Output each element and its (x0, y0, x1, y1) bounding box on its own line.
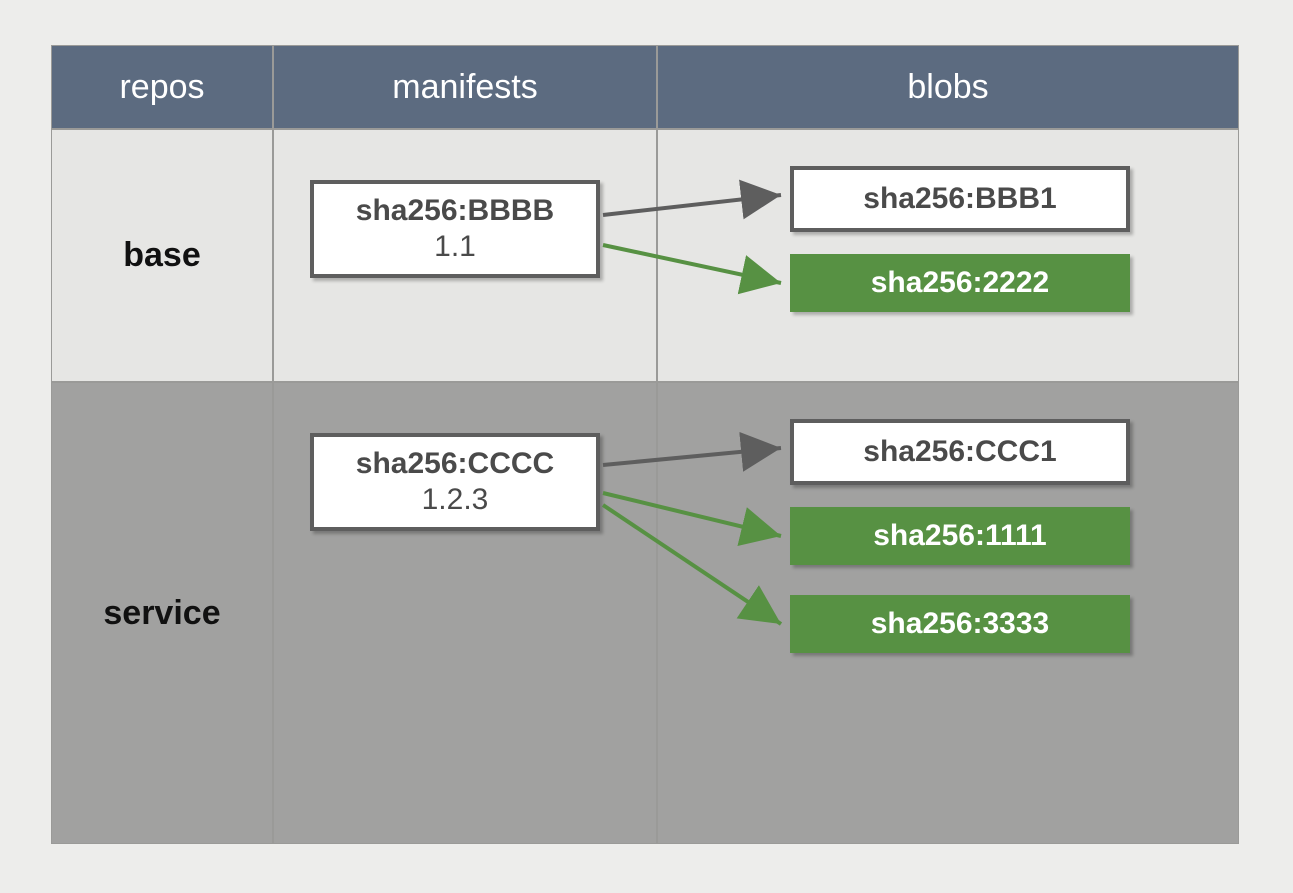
table-row: service sha256:CCCC 1.2.3 sha256:CCC1 sh… (51, 382, 1239, 844)
blob-box: sha256:CCC1 (790, 419, 1130, 485)
blob-box: sha256:2222 (790, 254, 1130, 312)
repo-label: service (52, 383, 272, 843)
manifest-sha: sha256:BBBB (332, 194, 578, 228)
table-header-row: repos manifests blobs (51, 45, 1239, 129)
manifest-tag: 1.2.3 (332, 483, 578, 517)
manifest-tag: 1.1 (332, 230, 578, 264)
header-blobs: blobs (657, 45, 1239, 129)
blob-box: sha256:1111 (790, 507, 1130, 565)
header-manifests: manifests (273, 45, 657, 129)
header-repos: repos (51, 45, 273, 129)
blobs-cell-service: sha256:CCC1 sha256:1111 sha256:3333 (657, 382, 1239, 844)
repo-label: base (52, 130, 272, 381)
diagram-frame: repos manifests blobs base sha256:BBBB 1… (51, 45, 1239, 845)
manifest-cell-base: sha256:BBBB 1.1 (273, 129, 657, 382)
manifest-sha: sha256:CCCC (332, 447, 578, 481)
manifest-box: sha256:BBBB 1.1 (310, 180, 600, 278)
manifest-cell-service: sha256:CCCC 1.2.3 (273, 382, 657, 844)
repo-cell-base: base (51, 129, 273, 382)
blob-box: sha256:BBB1 (790, 166, 1130, 232)
blob-box: sha256:3333 (790, 595, 1130, 653)
manifest-box: sha256:CCCC 1.2.3 (310, 433, 600, 531)
blobs-cell-base: sha256:BBB1 sha256:2222 (657, 129, 1239, 382)
repo-cell-service: service (51, 382, 273, 844)
table-row: base sha256:BBBB 1.1 sha256:BBB1 sha256:… (51, 129, 1239, 382)
